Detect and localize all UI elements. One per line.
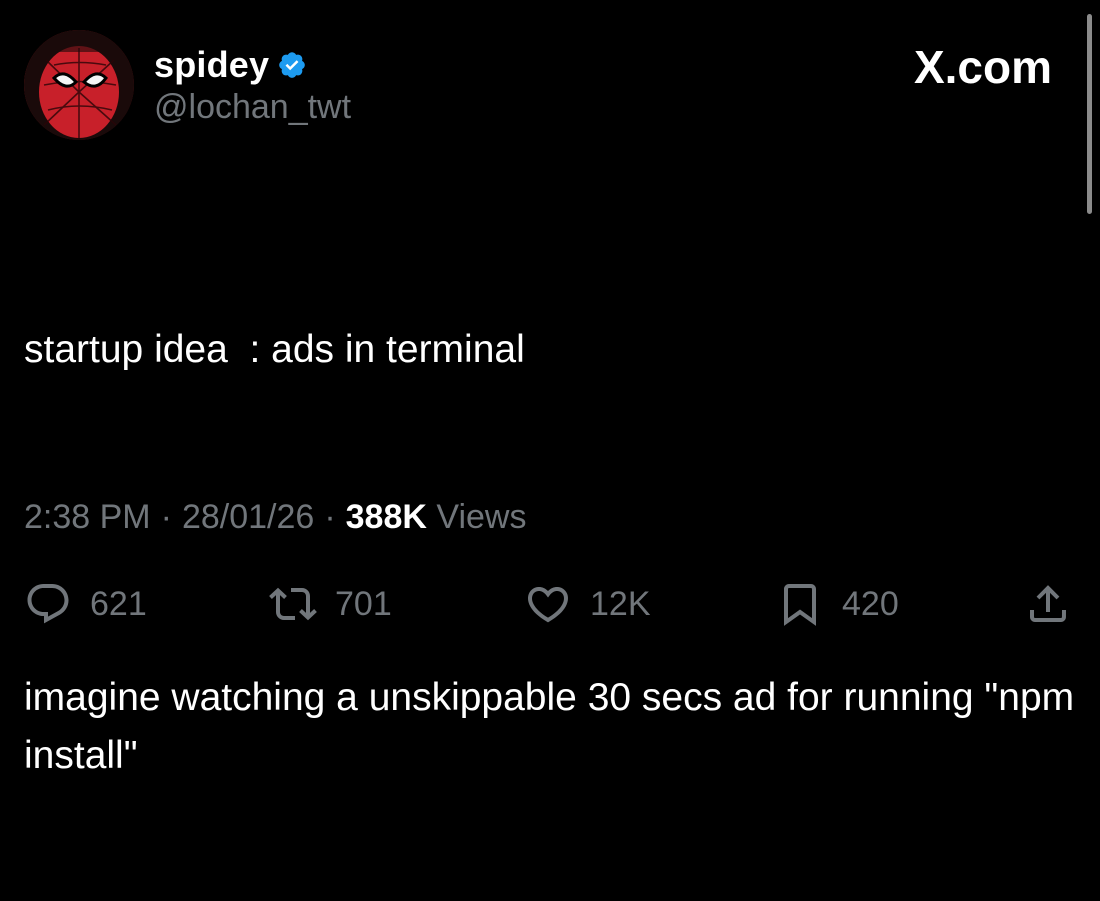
avatar[interactable] — [24, 30, 134, 140]
x-brand-label: X.com — [913, 41, 1052, 93]
repost-count: 701 — [335, 584, 392, 623]
verified-badge-icon — [277, 50, 307, 80]
tweet-meta: 2:38 PM · 28/01/26 · 388K Views — [24, 498, 526, 537]
scrollbar[interactable] — [1087, 14, 1092, 214]
repost-icon — [269, 587, 317, 621]
reply-button[interactable]: 621 — [24, 580, 147, 628]
heart-icon — [527, 587, 569, 623]
views-label: Views — [436, 498, 527, 536]
spiderman-avatar-image — [24, 30, 134, 140]
views-count[interactable]: 388K — [346, 498, 427, 536]
bookmark-button[interactable]: 420 — [776, 580, 899, 628]
reply-icon — [27, 584, 69, 624]
tweet-date[interactable]: 28/01/26 — [182, 498, 314, 537]
share-button[interactable] — [1024, 580, 1072, 628]
repost-button[interactable]: 701 — [269, 580, 392, 628]
author-name-row[interactable]: spidey — [154, 44, 307, 86]
meta-separator: · — [324, 498, 336, 536]
reply-count: 621 — [90, 584, 147, 623]
author-display-name[interactable]: spidey — [154, 44, 269, 86]
tweet-line: imagine watching a unskippable 30 secs a… — [24, 676, 1085, 777]
tweet-line: startup idea : ads in terminal — [24, 328, 525, 371]
like-button[interactable]: 12K — [524, 580, 651, 628]
action-bar: 621 701 12K 420 — [24, 580, 1074, 634]
author-handle[interactable]: @lochan_twt — [154, 88, 351, 127]
tweet-text: startup idea : ads in terminal imagine w… — [24, 205, 1084, 901]
bookmark-count: 420 — [842, 584, 899, 623]
share-icon — [1030, 585, 1066, 622]
tweet-time[interactable]: 2:38 PM — [24, 498, 151, 537]
bookmark-icon — [784, 584, 816, 626]
like-count: 12K — [590, 584, 651, 623]
meta-separator: · — [160, 498, 172, 536]
